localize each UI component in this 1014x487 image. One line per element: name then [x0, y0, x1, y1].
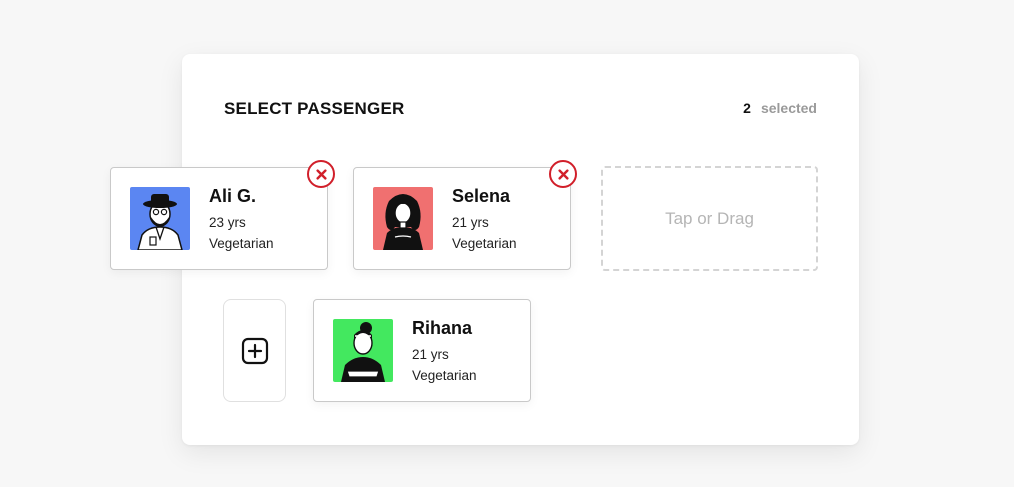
avatar-man-hat-icon [130, 187, 190, 250]
passenger-name: Rihana [412, 318, 473, 338]
remove-ali-button[interactable] [307, 160, 335, 188]
dropzone-label: Tap or Drag [665, 208, 754, 228]
avatar-woman-bun-icon [333, 319, 393, 382]
close-icon [557, 168, 569, 180]
avatar-woman-curly-icon [373, 187, 433, 250]
plus-square-icon [241, 337, 268, 364]
passenger-age: 21 yrs [412, 347, 449, 362]
passenger-dropzone[interactable]: Tap or Drag [601, 166, 818, 271]
panel-title: SELECT PASSENGER [224, 99, 405, 118]
add-passenger-button[interactable] [223, 299, 286, 402]
passenger-card-ali[interactable]: Ali G. 23 yrs Vegetarian [110, 167, 328, 270]
passenger-diet: Vegetarian [412, 368, 477, 383]
close-icon [315, 168, 327, 180]
avatar [130, 187, 190, 250]
passenger-age: 21 yrs [452, 215, 489, 230]
selected-count: 2 selected [743, 100, 817, 116]
passenger-card-rihana[interactable]: Rihana 21 yrs Vegetarian [313, 299, 531, 402]
passenger-age: 23 yrs [209, 215, 246, 230]
avatar [373, 187, 433, 250]
passenger-diet: Vegetarian [452, 236, 517, 251]
passenger-name: Selena [452, 186, 511, 206]
selected-count-number: 2 [743, 100, 751, 116]
avatar [333, 319, 393, 382]
passenger-name: Ali G. [209, 186, 257, 206]
remove-selena-button[interactable] [549, 160, 577, 188]
selected-count-label: selected [760, 100, 817, 116]
passenger-card-selena[interactable]: Selena 21 yrs Vegetarian [353, 167, 571, 270]
passenger-diet: Vegetarian [209, 236, 274, 251]
